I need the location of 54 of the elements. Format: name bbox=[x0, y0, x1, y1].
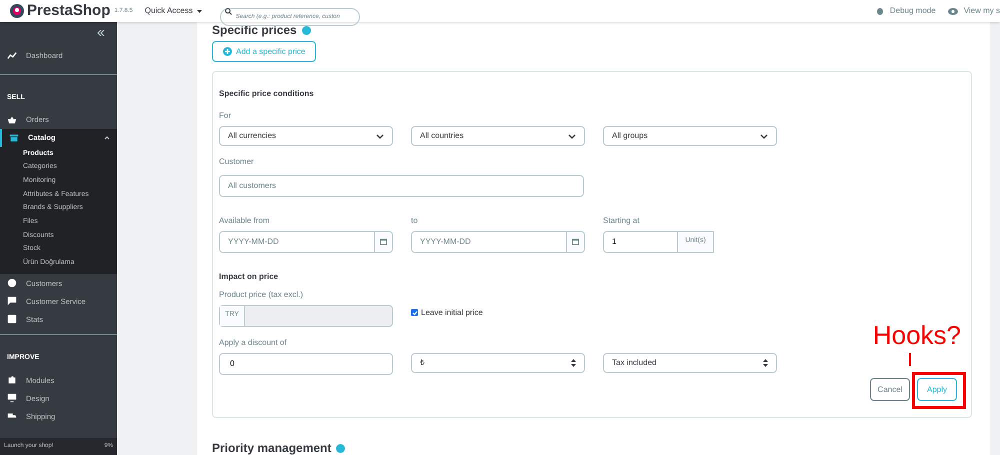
field-label: Starting at bbox=[603, 214, 640, 226]
select-field[interactable]: ₺ bbox=[411, 352, 585, 372]
view-shop-link[interactable]: View my s bbox=[964, 5, 1000, 17]
checkbox[interactable] bbox=[411, 309, 418, 316]
select-field[interactable]: All currencies bbox=[219, 126, 393, 146]
field-label: Customer bbox=[219, 156, 255, 168]
checkbox-label: Leave initial price bbox=[421, 306, 483, 318]
select-field[interactable]: All countries bbox=[411, 126, 585, 146]
calendar-icon bbox=[572, 238, 579, 245]
chevron-up-icon bbox=[104, 136, 110, 140]
annotation-text: Hooks? bbox=[872, 322, 961, 348]
date-field[interactable]: YYYY-MM-DD bbox=[219, 230, 375, 252]
quantity-field[interactable]: 1 bbox=[603, 230, 678, 252]
customer-field[interactable]: All customers bbox=[219, 174, 584, 196]
help-icon bbox=[336, 444, 346, 452]
field-label: Product price (tax excl.) bbox=[219, 288, 304, 300]
monitor-icon bbox=[7, 393, 17, 404]
sort-icon bbox=[571, 358, 576, 366]
cancel-button[interactable]: Cancel bbox=[870, 378, 910, 401]
field-label: Apply a discount of bbox=[219, 336, 288, 348]
help-icon bbox=[302, 26, 311, 34]
field-label: Available from bbox=[219, 214, 271, 226]
logo-text: PrestaShop bbox=[27, 0, 110, 21]
discount-field[interactable]: 0 bbox=[219, 352, 393, 374]
card-heading: Impact on price bbox=[219, 270, 280, 282]
collapse-icon[interactable] bbox=[97, 30, 105, 36]
calendar-button[interactable] bbox=[375, 230, 393, 252]
sort-icon bbox=[763, 358, 768, 366]
chevron-down-icon bbox=[376, 134, 384, 138]
annotation-mark bbox=[909, 353, 911, 366]
highlight-frame bbox=[912, 372, 966, 409]
section-title: Priority management bbox=[212, 442, 332, 454]
chat-icon bbox=[7, 296, 17, 306]
chart-icon bbox=[7, 51, 17, 61]
basket-icon bbox=[7, 115, 17, 125]
logo-icon bbox=[10, 4, 24, 18]
caret-icon bbox=[196, 10, 202, 12]
calendar-button[interactable] bbox=[567, 230, 585, 252]
eye-icon bbox=[948, 8, 958, 14]
card-heading: Specific price conditions bbox=[219, 88, 315, 100]
store-icon bbox=[9, 133, 19, 143]
chevron-down-icon bbox=[760, 134, 768, 138]
quick-access-button[interactable]: Quick Access bbox=[144, 5, 202, 17]
date-field[interactable]: YYYY-MM-DD bbox=[411, 230, 567, 252]
calendar-icon bbox=[380, 238, 387, 245]
field-label: For bbox=[219, 110, 232, 122]
field-label: to bbox=[411, 214, 419, 226]
debug-mode-link[interactable]: Debug mode bbox=[890, 5, 936, 17]
plus-circle-icon bbox=[223, 47, 232, 56]
chevron-down-icon bbox=[568, 134, 576, 138]
select-field[interactable]: Tax included bbox=[603, 352, 777, 372]
search-icon bbox=[224, 8, 232, 14]
select-field[interactable]: All groups bbox=[603, 126, 777, 146]
checkmark-icon bbox=[412, 310, 418, 316]
